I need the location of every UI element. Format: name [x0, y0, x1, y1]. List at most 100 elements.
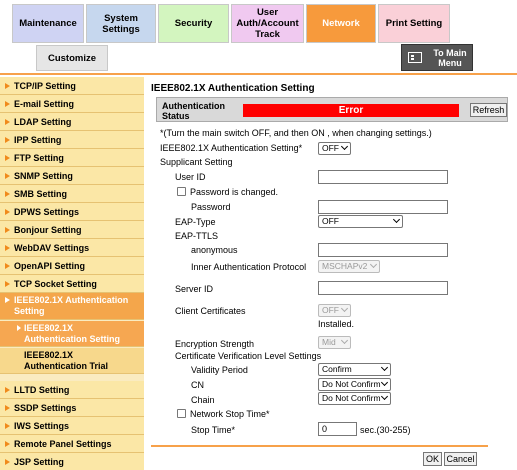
tab-system-settings[interactable]: System Settings	[86, 4, 156, 43]
arrow-icon	[5, 154, 10, 161]
installed-text: Installed.	[318, 319, 355, 329]
sidebar-item-label: Remote Panel Settings	[14, 438, 112, 449]
chevron-down-icon	[392, 215, 401, 224]
sidebar-item-ieee8021x[interactable]: IEEE802.1X Authentication Setting	[0, 293, 144, 320]
arrow-icon	[5, 244, 10, 251]
inner-auth-select[interactable]: MSCHAPv2	[318, 260, 380, 273]
eap-ttls-label: EAP-TTLS	[175, 231, 219, 241]
sidebar-item-label: OpenAPI Setting	[14, 260, 86, 271]
sidebar: TCP/IP Setting E-mail Setting LDAP Setti…	[0, 77, 144, 470]
chevron-down-icon	[340, 142, 349, 151]
arrow-icon	[5, 190, 10, 197]
sidebar-item-tcpip[interactable]: TCP/IP Setting	[0, 77, 144, 95]
cn-label: CN	[191, 380, 204, 390]
eap-type-select[interactable]: OFF	[318, 215, 403, 228]
client-certs-label: Client Certificates	[175, 306, 246, 316]
sidebar-item-label: WebDAV Settings	[14, 242, 90, 253]
arrow-icon	[5, 404, 10, 411]
sidebar-item-label: Bonjour Setting	[14, 224, 82, 235]
validity-select[interactable]: Confirm	[318, 363, 391, 376]
sidebar-item-label: SSDP Settings	[14, 402, 77, 413]
to-main-menu-button[interactable]: To Main Menu	[401, 44, 473, 71]
arrow-icon	[5, 440, 10, 447]
form-divider	[151, 445, 488, 447]
sidebar-subitem-ieee-trial[interactable]: IEEE802.1X Authentication Trial	[0, 348, 144, 374]
tab-user-auth[interactable]: User Auth/Account Track	[231, 4, 304, 43]
user-id-input[interactable]	[318, 170, 448, 184]
sidebar-item-ldap[interactable]: LDAP Setting	[0, 113, 144, 131]
password-changed-label: Password is changed.	[190, 187, 279, 197]
sidebar-item-label: LLTD Setting	[14, 384, 70, 395]
arrow-icon	[5, 297, 10, 303]
sidebar-item-label: FTP Setting	[14, 152, 64, 163]
arrow-icon	[17, 352, 21, 358]
ok-button[interactable]: OK	[423, 452, 442, 466]
sidebar-item-label: E-mail Setting	[14, 98, 75, 109]
encryption-select[interactable]: Mid	[318, 336, 351, 349]
sidebar-item-openapi[interactable]: OpenAPI Setting	[0, 257, 144, 275]
arrow-icon	[5, 280, 10, 287]
to-main-menu-label: To Main Menu	[433, 47, 467, 68]
sidebar-item-label: IPP Setting	[14, 134, 62, 145]
password-input[interactable]	[318, 200, 448, 214]
tab-customize[interactable]: Customize	[36, 45, 108, 71]
sidebar-item-webdav[interactable]: WebDAV Settings	[0, 239, 144, 257]
cert-verify-heading: Certificate Verification Level Settings	[175, 351, 322, 361]
sidebar-item-dpws[interactable]: DPWS Settings	[0, 203, 144, 221]
sidebar-item-ftp[interactable]: FTP Setting	[0, 149, 144, 167]
sidebar-item-jsp[interactable]: JSP Setting	[0, 453, 144, 470]
header-divider	[0, 73, 517, 75]
arrow-icon	[5, 458, 10, 465]
status-label: Authentication Status	[162, 101, 225, 121]
tab-network[interactable]: Network	[306, 4, 376, 43]
server-id-input[interactable]	[318, 281, 448, 295]
sidebar-item-tcp-socket[interactable]: TCP Socket Setting	[0, 275, 144, 293]
tab-maintenance[interactable]: Maintenance	[12, 4, 84, 43]
tab-print-setting[interactable]: Print Setting	[378, 4, 450, 43]
sidebar-subitem-ieee-setting[interactable]: IEEE802.1X Authentication Setting	[0, 321, 144, 347]
arrow-icon	[5, 386, 10, 393]
sidebar-item-email[interactable]: E-mail Setting	[0, 95, 144, 113]
chevron-down-icon	[380, 392, 389, 401]
sidebar-item-snmp[interactable]: SNMP Setting	[0, 167, 144, 185]
stop-time-label: Stop Time*	[191, 425, 236, 435]
arrow-icon	[5, 422, 10, 429]
supplicant-heading: Supplicant Setting	[160, 157, 233, 167]
encryption-label: Encryption Strength	[175, 339, 255, 349]
arrow-icon	[5, 172, 10, 179]
stop-time-input[interactable]: 0	[318, 422, 357, 436]
network-stop-label: Network Stop Time*	[190, 409, 270, 419]
inner-auth-label: Inner Authentication Protocol	[191, 262, 307, 272]
sidebar-item-remote-panel[interactable]: Remote Panel Settings	[0, 435, 144, 453]
chevron-down-icon	[380, 363, 389, 372]
chain-select[interactable]: Do Not Confirm	[318, 392, 391, 405]
arrow-icon	[5, 82, 10, 89]
cancel-button[interactable]: Cancel	[444, 452, 477, 466]
tab-security[interactable]: Security	[158, 4, 229, 43]
stop-time-unit: sec.(30-255)	[360, 425, 411, 435]
client-certs-select[interactable]: OFF	[318, 304, 351, 317]
chevron-down-icon	[369, 260, 378, 269]
sidebar-item-iws[interactable]: IWS Settings	[0, 417, 144, 435]
authentication-status-panel: Authentication Status Error Refresh	[156, 97, 508, 122]
sidebar-item-lltd[interactable]: LLTD Setting	[0, 381, 144, 399]
network-stop-checkbox[interactable]	[177, 409, 186, 418]
page-title: IEEE802.1X Authentication Setting	[151, 83, 315, 94]
sidebar-subitem-label: IEEE802.1X Authentication Trial	[24, 350, 109, 371]
chevron-down-icon	[340, 336, 349, 345]
anonymous-input[interactable]	[318, 243, 448, 257]
sidebar-item-ipp[interactable]: IPP Setting	[0, 131, 144, 149]
password-changed-checkbox[interactable]	[177, 187, 186, 196]
arrow-icon	[5, 208, 10, 215]
validity-label: Validity Period	[191, 365, 248, 375]
refresh-button[interactable]: Refresh	[470, 103, 507, 117]
sidebar-item-ssdp[interactable]: SSDP Settings	[0, 399, 144, 417]
sidebar-item-smb[interactable]: SMB Setting	[0, 185, 144, 203]
ieee-setting-select[interactable]: OFF	[318, 142, 351, 155]
sidebar-item-label: TCP Socket Setting	[14, 278, 97, 289]
sidebar-item-label: IWS Settings	[14, 420, 70, 431]
menu-icon	[408, 52, 422, 63]
cn-select[interactable]: Do Not Confirm	[318, 378, 391, 391]
sidebar-item-bonjour[interactable]: Bonjour Setting	[0, 221, 144, 239]
arrow-icon	[5, 100, 10, 107]
